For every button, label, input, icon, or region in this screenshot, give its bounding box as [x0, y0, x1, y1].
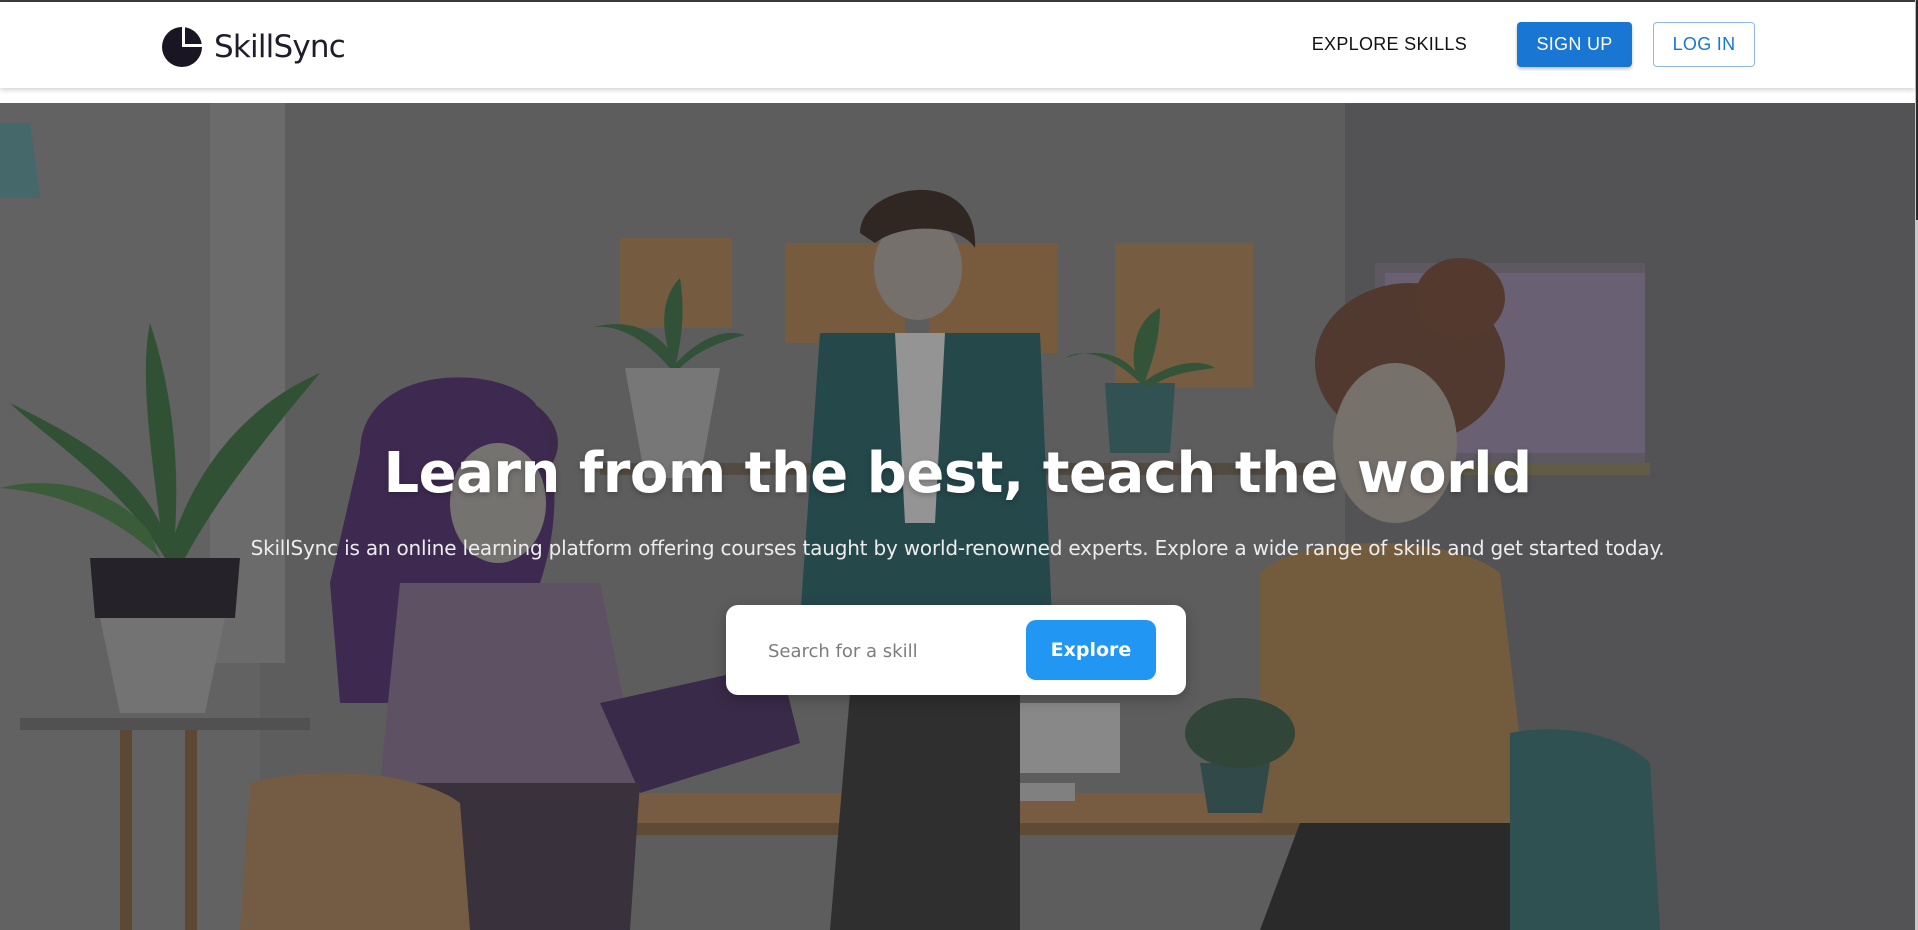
skill-search-box: Explore — [726, 605, 1186, 695]
hero-subtitle: SkillSync is an online learning platform… — [250, 536, 1665, 560]
logo-mark-icon — [162, 27, 202, 67]
hero-section: Learn from the best, teach the world Ski… — [0, 103, 1915, 930]
hero-content: Learn from the best, teach the world Ski… — [0, 103, 1915, 930]
brand-logo[interactable]: SkillSync — [160, 24, 346, 70]
hero-title: Learn from the best, teach the world — [383, 441, 1532, 506]
brand-name: SkillSync — [214, 29, 346, 65]
explore-skills-link[interactable]: EXPLORE SKILLS — [1312, 24, 1467, 65]
explore-button[interactable]: Explore — [1026, 620, 1156, 680]
skill-search-input[interactable] — [766, 629, 1010, 673]
log-in-button[interactable]: LOG IN — [1653, 22, 1755, 67]
sign-up-button[interactable]: SIGN UP — [1517, 22, 1632, 67]
top-navbar: SkillSync EXPLORE SKILLS SIGN UP LOG IN — [0, 2, 1915, 88]
nav-actions: EXPLORE SKILLS SIGN UP LOG IN — [1312, 22, 1755, 67]
